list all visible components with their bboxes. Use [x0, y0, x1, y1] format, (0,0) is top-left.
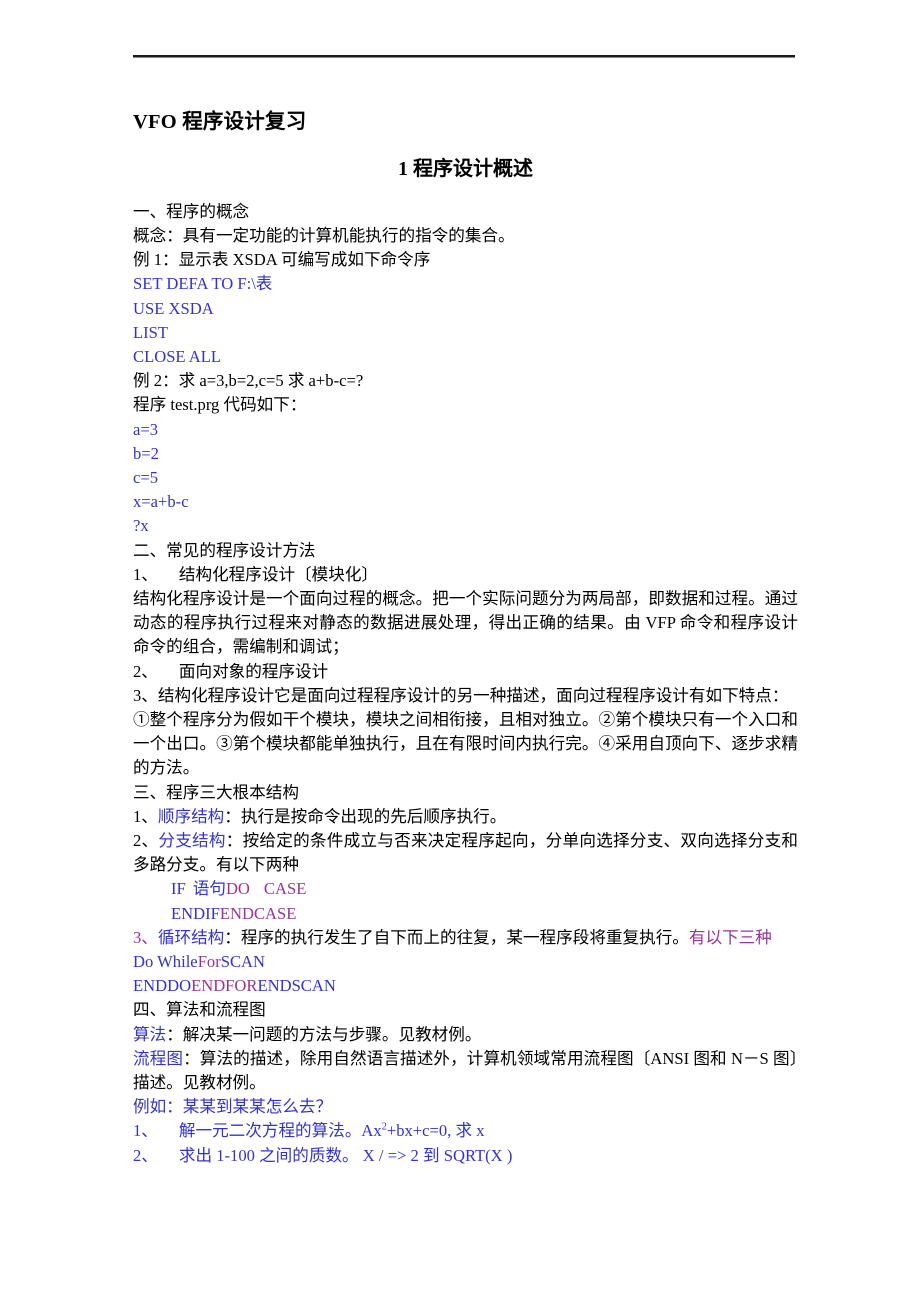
heading-algorithm-flowchart: 四、算法和流程图 — [133, 1000, 266, 1020]
header-divider-rule — [133, 55, 795, 58]
endif-keyword: ENDIF — [171, 903, 220, 923]
endcase-keyword: ENDCASE — [219, 903, 297, 923]
concept-definition: 概念：具有一定功能的计算机能执行的指令的集合。 — [133, 225, 515, 245]
structure-1-body: ：执行是按命令出现的先后顺序执行。 — [224, 806, 507, 826]
statement-label: 语句 — [192, 879, 226, 899]
example1-code-line-2: USE XSDA — [133, 298, 214, 318]
example2-code-line-1: a=3 — [133, 419, 159, 439]
do-keyword: DO — [225, 879, 250, 899]
question-1-post: +bx+c=0, 求 x — [386, 1121, 485, 1141]
section-heading: 1 程序设计概述 — [398, 157, 533, 180]
dowhile-keyword: Do While — [133, 952, 198, 972]
example2-filename: 程序 test.prg 代码如下： — [133, 395, 307, 415]
endscan-keyword: ENDSCAN — [257, 976, 336, 996]
structure-sequence: 1、顺序结构：执行是按命令出现的先后顺序执行。 — [133, 805, 798, 829]
method-1-body: 结构化程序设计是一个面向过程的概念。把一个实际问题分为两局部，即数据和过程。通过… — [133, 588, 798, 657]
branch-keywords-line-1: IF 语句DO CASE — [133, 877, 798, 901]
if-keyword: IF — [171, 879, 186, 899]
algorithm-definition: 算法：解决某一问题的方法与步骤。见教材例。 — [133, 1023, 798, 1047]
question-1: 1、 解一元二次方程的算法。Ax2+bx+c=0, 求 x — [133, 1119, 798, 1143]
heading-three-structures: 三、程序三大根本结构 — [133, 782, 299, 802]
question-2-text: 求出 1-100 之间的质数。 X / => 2 到 SQRT(X ) — [178, 1145, 513, 1165]
example2-code-line-2: b=2 — [133, 443, 159, 463]
method-2-number: 2、 — [133, 661, 158, 681]
example2-code-line-5: ?x — [133, 516, 149, 536]
method-1-number: 1、 — [133, 564, 158, 584]
structure-2-number: 2、 — [133, 831, 159, 850]
example2-code-line-3: c=5 — [133, 467, 159, 487]
structure-3-tail: 有以下三种 — [688, 927, 772, 947]
algorithm-label: 算法 — [133, 1024, 167, 1044]
structure-1-number: 1、 — [133, 806, 158, 826]
structure-loop: 3、循环结构：程序的执行发生了自下而上的往复，某一程序段将重复执行。有以下三种 — [133, 926, 798, 950]
example2-code-line-4: x=a+b-c — [133, 492, 189, 512]
method-3-points: ①整个程序分为假如干个模块，模块之间相衔接，且相对独立。②第个模块只有一个入口和… — [133, 709, 798, 778]
structure-1-name: 顺序结构 — [157, 806, 225, 826]
heading-design-methods: 二、常见的程序设计方法 — [133, 540, 316, 560]
for-keyword: For — [197, 952, 221, 972]
branch-keywords-line-2: ENDIFENDCASE — [133, 902, 798, 926]
method-2-label: 面向对象的程序设计 — [178, 661, 329, 681]
question-1-pre: 解一元二次方程的算法。Ax — [178, 1121, 382, 1141]
example1-code-line-3: LIST — [133, 322, 169, 342]
example2-intro: 例 2：求 a=3,b=2,c=5 求 a+b-c=? — [133, 371, 364, 391]
structure-3-name: 循环结构 — [157, 927, 225, 947]
structure-2-name: 分支结构 — [158, 831, 226, 850]
flowchart-body: ：算法的描述，除用自然语言描述外，计算机领域常用流程图〔ANSI 图和 N－S … — [133, 1048, 799, 1093]
structure-2-body: ：按给定的条件成立与否来决定程序起向，分单向选择分支、双向选择分支和多路分支。有… — [133, 831, 799, 875]
example-prompt: 例如：某某到某某怎么去？ — [133, 1097, 333, 1117]
question-2: 2、 求出 1-100 之间的质数。 X / => 2 到 SQRT(X ) — [133, 1144, 798, 1168]
enddo-keyword: ENDDO — [133, 976, 192, 996]
method-1-label: 结构化程序设计〔模块化〕 — [178, 564, 379, 584]
example1-code-line-4: CLOSE ALL — [133, 346, 222, 366]
example1-code-line-1: SET DEFA TO F:\表 — [133, 274, 273, 294]
flowchart-definition: 流程图：算法的描述，除用自然语言描述外，计算机领域常用流程图〔ANSI 图和 N… — [133, 1047, 798, 1095]
algorithm-body: ：解决某一问题的方法与步骤。见教材例。 — [166, 1024, 482, 1044]
loop-keywords-line-2: ENDDOENDFORENDSCAN — [133, 974, 798, 998]
method-1-title: 1、 结构化程序设计〔模块化〕 — [133, 563, 798, 587]
example1-intro: 例 1：显示表 XSDA 可编写成如下命令序 — [133, 250, 431, 270]
document-body: VFO 程序设计复习 1 程序设计概述 一、程序的概念 概念：具有一定功能的计算… — [133, 108, 798, 1168]
case-keyword: CASE — [263, 879, 307, 899]
loop-keywords-line-1: Do WhileForSCAN — [133, 950, 798, 974]
flowchart-label: 流程图 — [133, 1048, 184, 1068]
structure-3-body: ：程序的执行发生了自下而上的往复，某一程序段将重复执行。 — [224, 927, 689, 947]
endfor-keyword: ENDFOR — [191, 976, 258, 996]
heading-program-concept: 一、程序的概念 — [133, 201, 250, 221]
structure-3-number: 3、 — [133, 927, 158, 947]
question-1-number: 1、 — [133, 1121, 158, 1141]
method-2-title: 2、 面向对象的程序设计 — [133, 660, 798, 684]
document-page: VFO 程序设计复习 1 程序设计概述 一、程序的概念 概念：具有一定功能的计算… — [0, 0, 920, 1302]
structure-branch: 2、分支结构：按给定的条件成立与否来决定程序起向，分单向选择分支、双向选择分支和… — [133, 829, 798, 877]
page-title: VFO 程序设计复习 — [133, 111, 307, 133]
method-3-body: 3、结构化程序设计它是面向过程程序设计的另一种描述，面向过程程序设计有如下特点： — [133, 685, 789, 705]
question-2-number: 2、 — [133, 1145, 158, 1165]
scan-keyword: SCAN — [220, 952, 266, 972]
